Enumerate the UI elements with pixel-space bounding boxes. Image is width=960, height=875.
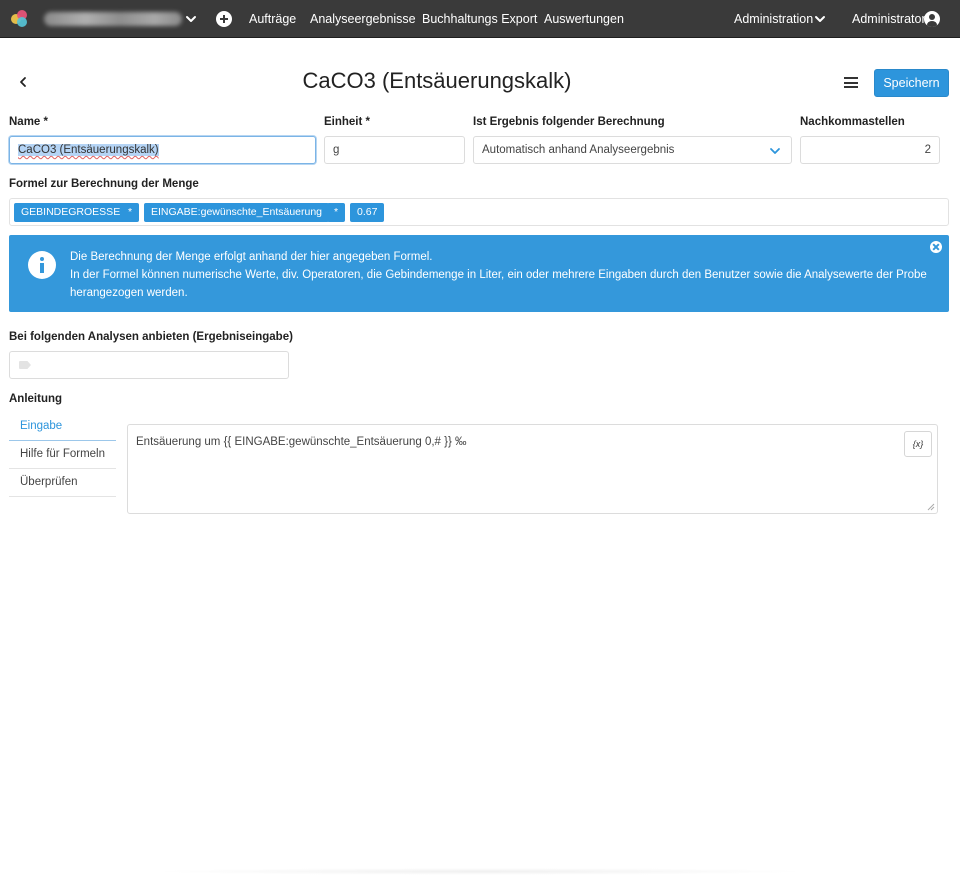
nav-link-auftraege[interactable]: Aufträge	[249, 12, 296, 26]
tenant-name-blurred[interactable]	[44, 12, 182, 26]
chevron-down-icon	[770, 148, 780, 154]
top-navbar: Aufträge Analyseergebnisse Buchhaltungs …	[0, 0, 960, 38]
instructions-textarea[interactable]: Entsäuerung um {{ EINGABE:gewünschte_Ent…	[127, 424, 938, 514]
formula-token[interactable]: 0.67	[350, 203, 385, 222]
save-button[interactable]: Speichern	[874, 69, 949, 97]
page-title: CaCO3 (Entsäuerungskalk)	[302, 68, 572, 93]
alert-line: In der Formel können numerische Werte, d…	[70, 269, 927, 299]
formula-token[interactable]: *	[121, 203, 140, 222]
name-label: Name *	[9, 116, 48, 128]
formula-token[interactable]: EINGABE:gewünschte_Entsäuerung	[144, 203, 330, 222]
resize-grip-icon[interactable]	[927, 503, 935, 511]
calc-label: Ist Ergebnis folgender Berechnung	[473, 116, 665, 128]
hamburger-menu-icon[interactable]	[844, 77, 858, 88]
formula-label: Formel zur Berechnung der Menge	[9, 178, 199, 190]
decimals-label: Nachkommastellen	[800, 116, 905, 128]
formula-token[interactable]: GEBINDEGROESSE	[14, 203, 128, 222]
user-avatar-icon[interactable]	[924, 11, 940, 27]
instructions-text: Entsäuerung um {{ EINGABE:gewünschte_Ent…	[136, 436, 467, 448]
analyses-tag-input[interactable]	[9, 351, 289, 379]
nav-user-menu[interactable]: Administrator	[852, 12, 926, 26]
nav-link-analyseergebnisse[interactable]: Analyseergebnisse	[310, 12, 416, 26]
nav-admin-menu[interactable]: Administration	[734, 12, 813, 26]
chevron-down-icon[interactable]	[184, 12, 198, 26]
name-input-value: CaCO3 (Entsäuerungskalk)	[18, 144, 159, 156]
unit-input[interactable]: g	[324, 136, 465, 164]
instructions-label: Anleitung	[9, 393, 63, 405]
tab-hilfe-fuer-formeln[interactable]: Hilfe für Formeln	[9, 441, 116, 469]
page-bottom-shadow	[150, 868, 810, 875]
tab-eingabe[interactable]: Eingabe	[9, 413, 116, 441]
info-icon	[28, 251, 56, 279]
add-icon[interactable]	[216, 11, 232, 27]
info-alert: Die Berechnung der Menge erfolgt anhand …	[9, 235, 949, 312]
calc-select[interactable]: Automatisch anhand Analyseergebnis	[473, 136, 792, 164]
decimals-input-value: 2	[924, 144, 931, 156]
formula-token[interactable]: *	[327, 203, 346, 222]
insert-variable-button[interactable]: {x}	[904, 431, 932, 457]
analyses-label: Bei folgenden Analysen anbieten (Ergebni…	[9, 331, 293, 343]
unit-label: Einheit *	[324, 116, 371, 128]
close-icon[interactable]	[930, 241, 942, 253]
name-input[interactable]: CaCO3 (Entsäuerungskalk)	[9, 136, 316, 164]
tag-icon	[19, 361, 31, 369]
tab-ueberpruefen[interactable]: Überprüfen	[9, 469, 116, 497]
decimals-input[interactable]: 2	[800, 136, 940, 164]
nav-link-auswertungen[interactable]: Auswertungen	[544, 12, 624, 26]
formula-token-field[interactable]: GEBINDEGROESSE * EINGABE:gewünschte_Ents…	[9, 198, 949, 226]
unit-input-value: g	[333, 144, 340, 156]
nav-link-buchhaltungs-export[interactable]: Buchhaltungs Export	[422, 12, 537, 26]
app-logo[interactable]	[11, 10, 29, 28]
alert-text: Die Berechnung der Menge erfolgt anhand …	[70, 248, 930, 302]
calc-select-value: Automatisch anhand Analyseergebnis	[482, 144, 675, 156]
alert-line: Die Berechnung der Menge erfolgt anhand …	[70, 251, 433, 263]
chevron-down-icon[interactable]	[813, 12, 827, 26]
